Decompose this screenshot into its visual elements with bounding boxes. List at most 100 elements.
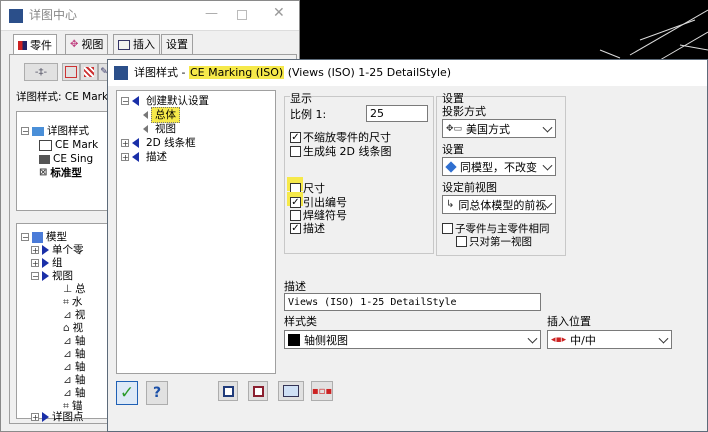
weld-symbol-check (290, 209, 301, 221)
setting-combo[interactable]: 同模型，不改变 (442, 157, 556, 176)
description-input[interactable]: Views (ISO) 1-25 DetailStyle (284, 293, 541, 311)
tree-item[interactable]: + 单个零 (31, 243, 84, 257)
tree-item[interactable]: ⊿ 轴 (63, 373, 85, 387)
tab-settings[interactable]: 设置 (161, 34, 193, 55)
tree-item[interactable]: ⊿ 轴 (63, 360, 85, 374)
tree-item-view[interactable]: 视图 (143, 122, 176, 136)
expand-icon[interactable]: + (31, 246, 39, 255)
tree-item[interactable]: CE Mark (39, 138, 98, 152)
no-shrink-check: ✓ (290, 131, 301, 143)
tree-item[interactable]: ⌂ 视 (63, 321, 83, 335)
tree-item-description[interactable]: + 描述 (121, 150, 167, 164)
tree-item-general[interactable]: 总体 (143, 107, 180, 123)
close-icon[interactable]: ✕ (273, 6, 285, 20)
collapse-icon[interactable]: − (121, 97, 129, 106)
detail-style-label: 详图样式: CE Marki (16, 91, 111, 103)
save-as-icon (252, 385, 264, 397)
ok-button[interactable]: ✓ (116, 381, 138, 405)
view-icon: ✥ (70, 39, 79, 50)
tab-insert[interactable]: 插入 (113, 34, 160, 55)
insert-position-icon: ◂▪▸ (551, 334, 567, 345)
folder-icon (32, 126, 44, 136)
style-class-combo[interactable]: 轴侧视图 (284, 330, 541, 349)
parts-icon (18, 41, 27, 50)
tree-item[interactable]: + 详图点 (31, 410, 84, 424)
minimize-icon[interactable]: — (205, 7, 218, 20)
help-button[interactable]: ? (146, 381, 168, 405)
settings-heading: 设置 (442, 92, 464, 105)
description-check: ✓ (290, 222, 301, 234)
tree-item[interactable]: − 视图 (31, 269, 73, 283)
tab-view[interactable]: ✥ 视图 (65, 34, 109, 55)
dialog-title: 详图样式 - CE Marking (ISO) (Views (ISO) 1-2… (134, 66, 452, 79)
view-item-icon: ⊿ (63, 335, 72, 347)
model-tree[interactable]: − 模型 + 单个零 + 组 − 视图 ⊥ 总 ⌗ 水 ⊿ 视 ⌂ 视 ⊿ 轴 ⊿ 轴 ⊿ 轴 ⊿ 轴 … (16, 223, 112, 423)
chevron-down-icon (542, 160, 553, 171)
tree-item[interactable]: ⌗ 水 (63, 295, 82, 309)
style-tree[interactable]: − 详图样式 CE Mark CE Sing ⊠ 标准型 (16, 111, 112, 211)
expand-icon[interactable]: + (31, 259, 39, 268)
arrow-icon (132, 138, 139, 148)
organize-icon: ▪▫▪ (311, 385, 333, 397)
organize-button[interactable]: ▪▫▪ (311, 381, 333, 401)
detail-style-icon (39, 154, 50, 164)
collapse-icon[interactable]: − (21, 233, 29, 242)
lead-number-check: ✓ (290, 196, 301, 208)
display-heading: 显示 (290, 92, 312, 105)
tree-item[interactable]: ⊿ 轴 (63, 347, 85, 361)
scale-input[interactable]: 25 (366, 105, 428, 122)
expand-icon[interactable]: + (121, 153, 129, 162)
tree-item[interactable]: − 详图样式 (21, 124, 89, 138)
projection-combo[interactable]: ✥▭ 美国方式 (442, 119, 556, 138)
maximize-icon[interactable] (237, 10, 247, 20)
view-item-icon: ⊿ (63, 361, 72, 373)
pure-2d-checkbox[interactable]: 生成纯 2D 线条图 (290, 143, 391, 159)
first-view-checkbox[interactable]: 只对第一视图 (456, 234, 532, 249)
view-item-icon: ⊿ (63, 387, 72, 399)
tree-item[interactable]: ⊿ 视 (63, 308, 85, 322)
move-button[interactable]: -‡- (24, 63, 58, 81)
collapse-icon[interactable]: − (31, 272, 39, 281)
before-view-label: 设定前视图 (442, 181, 497, 194)
tree-item[interactable]: ⊿ 轴 (63, 334, 85, 348)
save-as-button[interactable] (248, 381, 268, 401)
back-window-title: 详图中心 (29, 8, 78, 22)
description-checkbox[interactable]: ✓ 描述 (290, 220, 325, 236)
detail-style-dialog: 详图样式 - CE Marking (ISO) (Views (ISO) 1-2… (107, 59, 708, 432)
black-square-icon (288, 333, 300, 346)
tool-button-2[interactable] (80, 63, 98, 81)
expand-icon[interactable]: + (31, 413, 39, 422)
move-icon: -‡- (34, 66, 48, 78)
projection-icon: ✥▭ (446, 123, 463, 134)
tree-item[interactable]: ⊠ 标准型 (39, 166, 82, 180)
checkmark-icon: ✓ (291, 131, 300, 143)
tree-item[interactable]: − 模型 (21, 230, 67, 244)
arrow-icon (42, 245, 49, 255)
insert-position-combo[interactable]: ◂▪▸ 中/中 (547, 330, 672, 349)
model-diamond-icon (445, 160, 457, 173)
collapse-icon[interactable]: − (21, 127, 29, 136)
expand-icon[interactable]: + (121, 139, 129, 148)
tree-item-2d-frame[interactable]: +2D 线条框 (121, 136, 196, 150)
insert-position-label: 插入位置 (547, 315, 591, 328)
tree-item-create-default[interactable]: − 创建默认设置 (121, 94, 209, 108)
tab-parts[interactable]: 零件 (13, 34, 57, 56)
app-icon (114, 66, 128, 80)
back-titlebar: 详图中心 — ✕ (1, 1, 299, 31)
before-view-combo[interactable]: ↳ 同总体模型的前视 (442, 195, 556, 214)
tree-item[interactable]: ⊥ 总 (63, 282, 86, 296)
tree-item[interactable]: + 组 (31, 256, 63, 270)
chevron-down-icon (542, 122, 553, 133)
axis-icon: ↳ (446, 199, 455, 210)
checkmark-icon: ✓ (291, 196, 300, 208)
category-tree[interactable]: − 创建默认设置 总体 视图 +2D 线条框 + 描述 (116, 90, 276, 374)
arrow-icon (42, 258, 49, 268)
style-class-label: 样式类 (284, 315, 317, 328)
load-button[interactable] (278, 381, 304, 401)
tree-item[interactable]: ⊿ 轴 (63, 386, 85, 400)
tree-item[interactable]: CE Sing (39, 152, 93, 166)
tool-button-1[interactable] (62, 63, 80, 81)
title-highlight: CE Marking (ISO) (188, 66, 285, 79)
insert-icon (118, 40, 130, 50)
save-button[interactable] (218, 381, 238, 401)
